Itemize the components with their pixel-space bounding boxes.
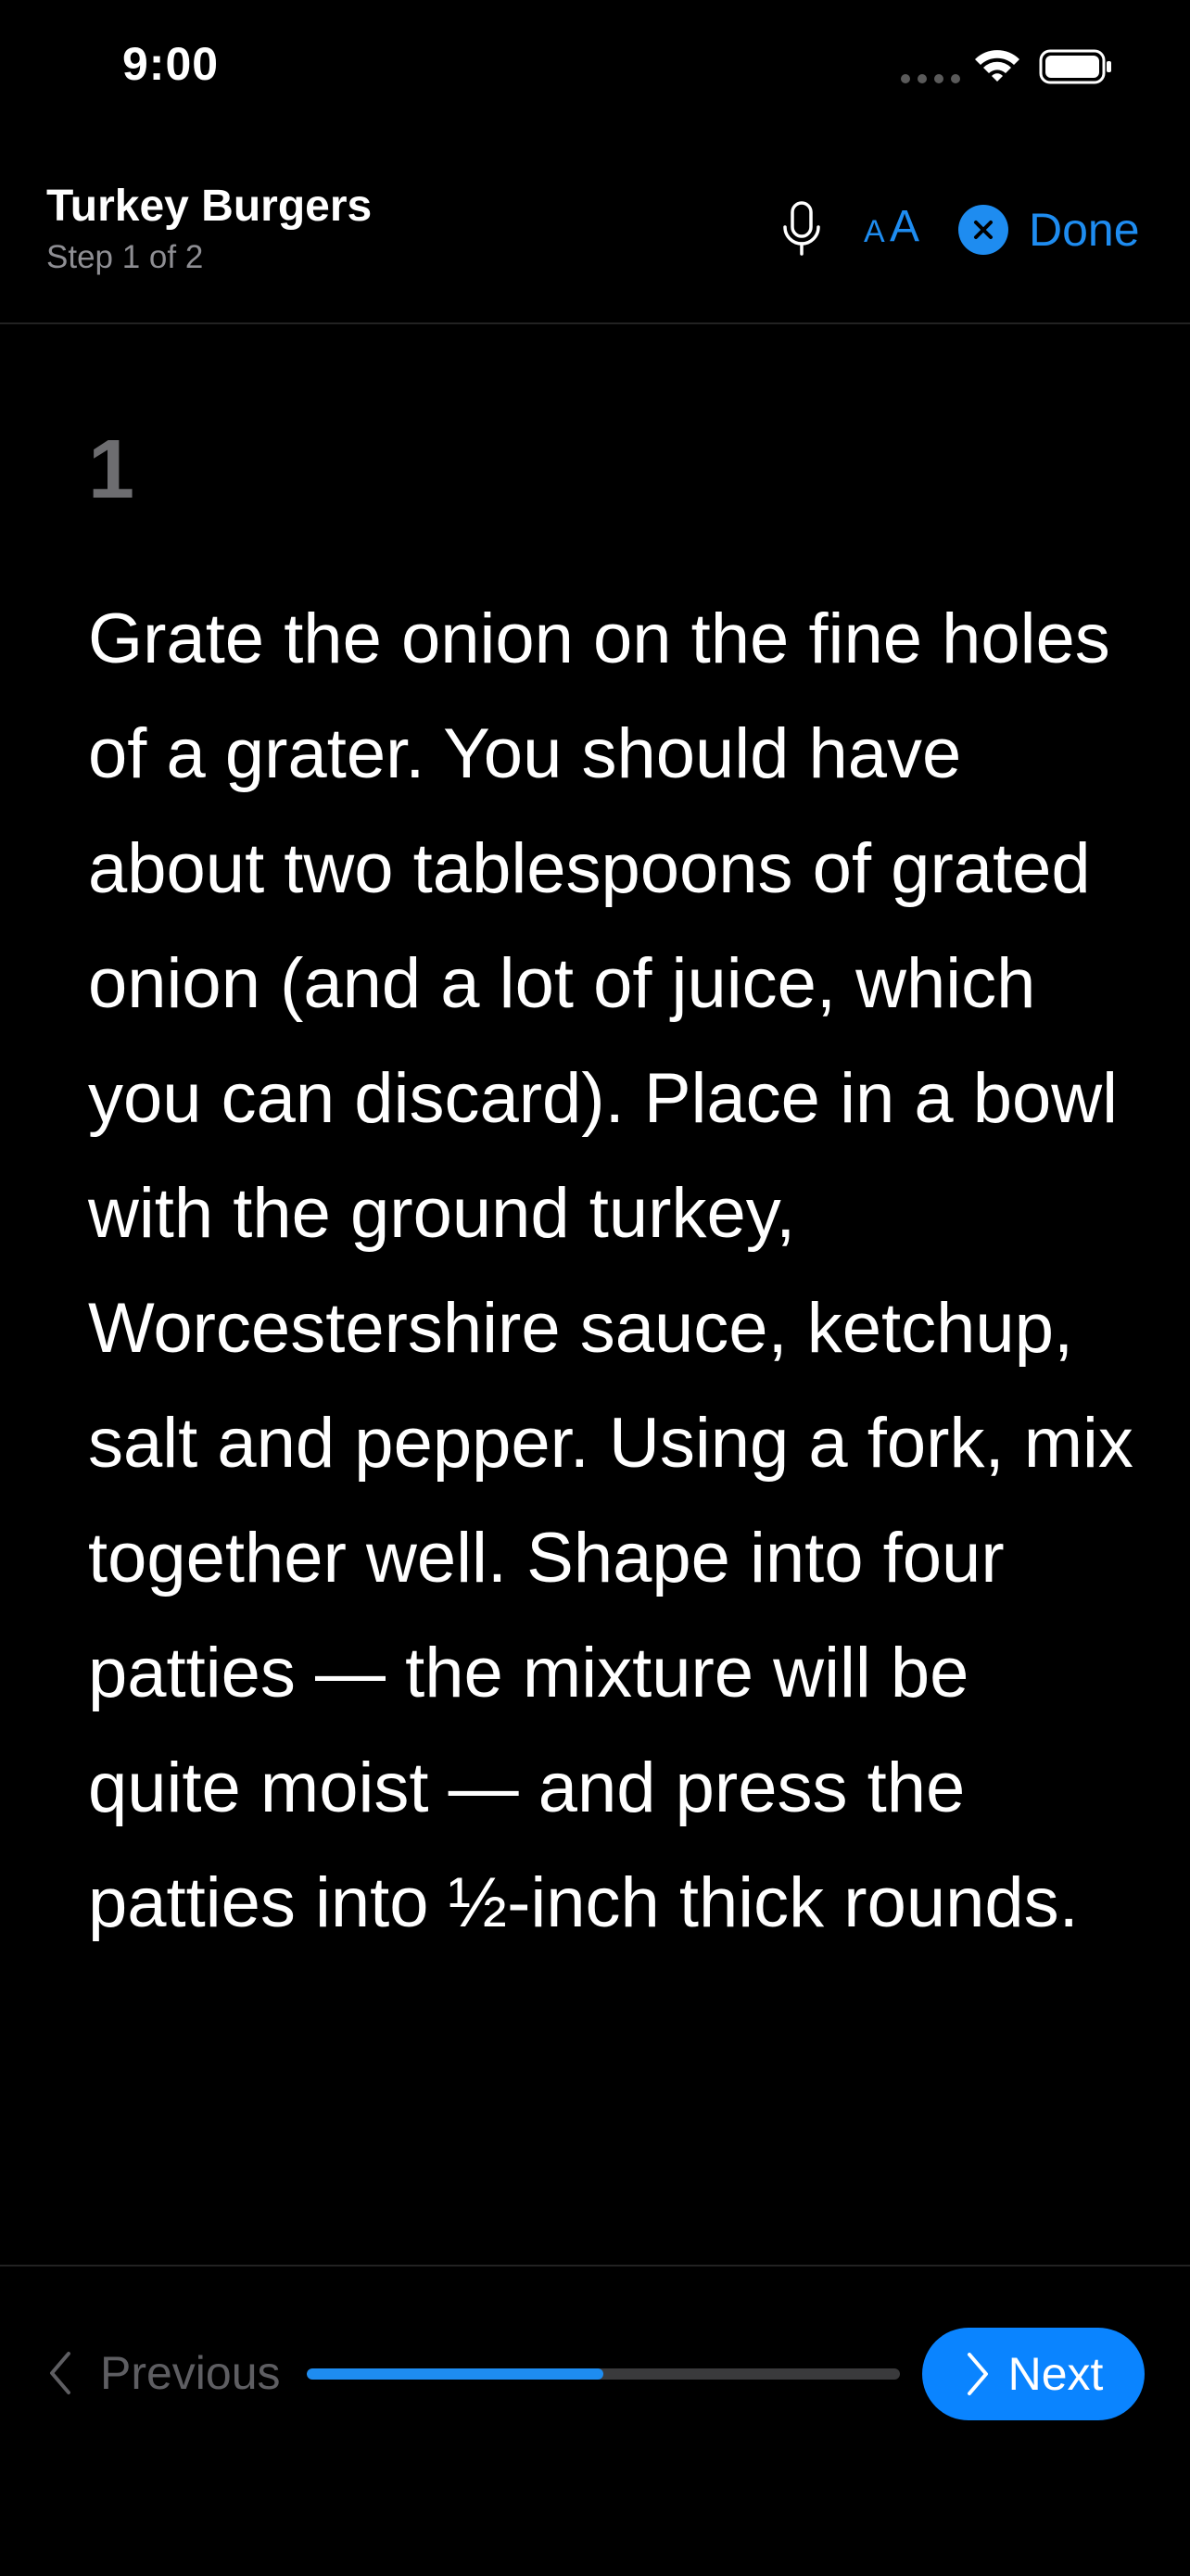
text-size-large-glyph: A	[890, 202, 920, 251]
signal-icon	[901, 70, 960, 83]
step-navigation-bar: Previous Next	[0, 2265, 1190, 2576]
close-circle-icon	[958, 205, 1008, 255]
status-bar: 9:00	[0, 0, 1190, 139]
previous-label: Previous	[100, 2347, 281, 2399]
text-size-small-glyph: A	[864, 214, 885, 249]
next-label: Next	[1007, 2348, 1104, 2400]
step-content[interactable]: 1 Grate the onion on the fine holes of a…	[0, 322, 1190, 2265]
chevron-left-icon	[50, 2352, 70, 2394]
step-instructions: Grate the onion on the fine holes of a g…	[88, 600, 1133, 1942]
microphone-icon[interactable]	[780, 200, 823, 258]
step-counter: Step 1 of 2	[46, 239, 204, 275]
recipe-title: Turkey Burgers	[46, 182, 373, 231]
text-size-icon[interactable]: A A	[864, 202, 920, 256]
next-button[interactable]: Next	[922, 2328, 1145, 2420]
done-label: Done	[1029, 204, 1140, 256]
previous-button[interactable]: Previous	[46, 2344, 281, 2402]
battery-icon	[1039, 49, 1111, 84]
wifi-icon	[975, 50, 1019, 82]
step-number: 1	[88, 423, 135, 516]
navigation-header: Turkey Burgers Step 1 of 2 A A Done	[0, 139, 1190, 324]
step-progress-fill	[307, 2368, 603, 2380]
step-progress-bar	[307, 2368, 900, 2380]
status-time: 9:00	[122, 38, 220, 90]
done-button[interactable]: Done	[958, 200, 1140, 259]
chevron-right-icon	[967, 2353, 988, 2395]
